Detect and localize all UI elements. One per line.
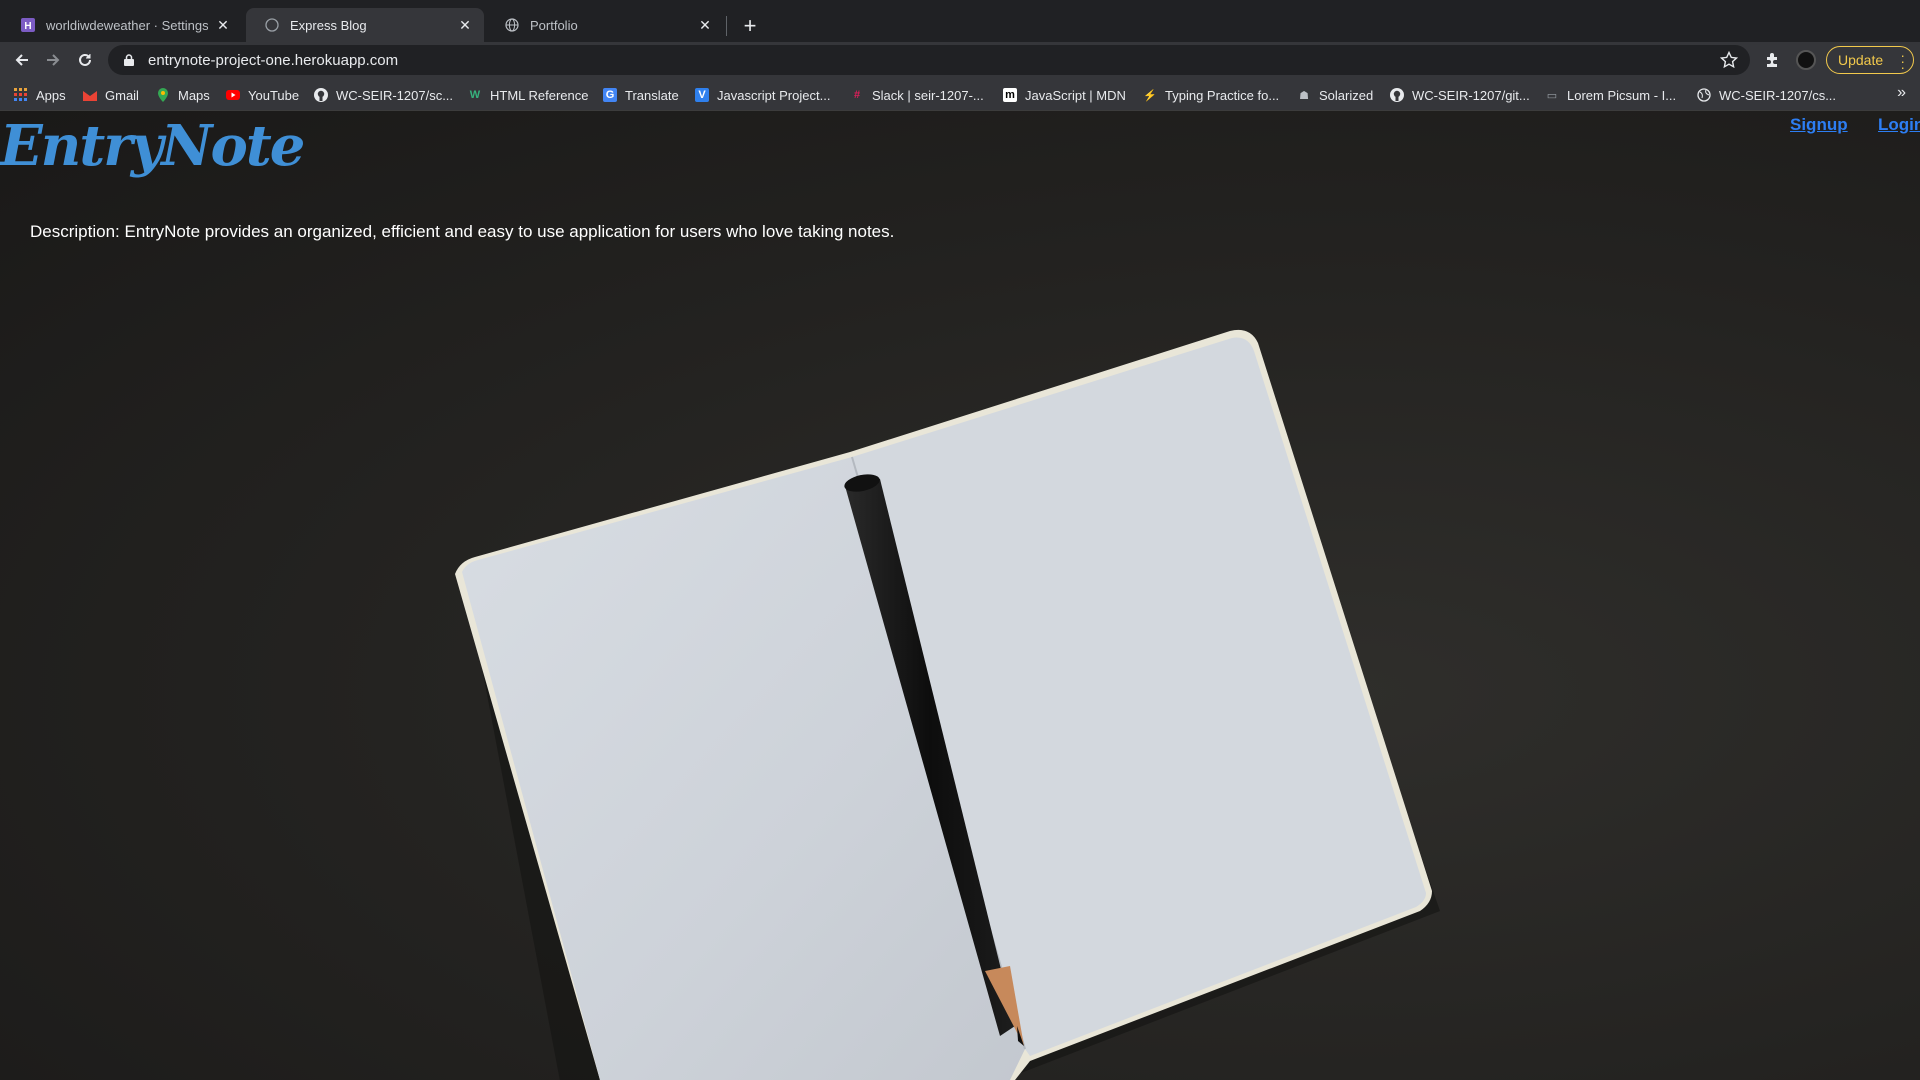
address-bar[interactable]: entrynote-project-one.herokuapp.com <box>108 45 1750 75</box>
close-icon[interactable]: ✕ <box>214 16 232 34</box>
new-tab-button[interactable]: + <box>736 12 764 40</box>
bookmark-label: HTML Reference <box>490 87 589 103</box>
bookmark-youtube[interactable]: YouTube <box>226 86 299 104</box>
slack-icon: # <box>853 89 861 101</box>
heroku-icon: H <box>20 17 36 33</box>
bookmark-label: Javascript Project... <box>717 87 831 103</box>
entrynote-logo[interactable]: EntryNote <box>0 113 305 179</box>
translate-icon: G <box>603 88 617 102</box>
forward-button[interactable] <box>39 46 67 74</box>
youtube-icon <box>226 88 240 102</box>
globe-icon <box>1697 88 1711 102</box>
bookmark-maps[interactable]: Maps <box>156 86 210 104</box>
globe-icon <box>504 17 520 33</box>
reload-icon <box>79 53 91 66</box>
bookmark-github-cs[interactable]: WC-SEIR-1207/cs... <box>1697 86 1836 104</box>
github-icon <box>314 88 328 102</box>
notebook-with-pencil-image <box>455 329 1440 1080</box>
bolt-icon: ⚡ <box>1143 89 1157 102</box>
bookmark-label: JavaScript | MDN <box>1025 87 1126 103</box>
close-icon[interactable]: ✕ <box>456 16 474 34</box>
mdn-icon: m <box>1003 88 1017 102</box>
bookmark-mdn[interactable]: m JavaScript | MDN <box>1003 86 1126 104</box>
bookmarks-overflow-chevron-icon[interactable]: » <box>1897 84 1906 102</box>
apps-grid-icon <box>14 88 28 102</box>
bookmark-label: Maps <box>178 87 210 103</box>
bookmark-javascript-project[interactable]: V Javascript Project... <box>695 86 830 104</box>
bookmark-label: YouTube <box>248 87 300 103</box>
tab-title: worldiwdeweather · Settings | H <box>46 17 208 33</box>
bookmark-label: Apps <box>36 87 66 103</box>
bookmark-slack[interactable]: # Slack | seir-1207-... <box>850 86 984 104</box>
bookmark-label: WC-SEIR-1207/git... <box>1412 87 1530 103</box>
gmail-icon <box>83 88 97 102</box>
back-arrow-icon <box>15 54 28 66</box>
globe-icon <box>264 17 280 33</box>
bookmarks-bar: Apps Gmail Maps YouTube WC-SEIR-1207/sc.… <box>0 78 1920 111</box>
tab-portfolio[interactable]: Portfolio ✕ <box>486 8 724 42</box>
bookmark-gmail[interactable]: Gmail <box>83 86 139 104</box>
bookmark-label: Translate <box>625 87 679 103</box>
browser-toolbar: entrynote-project-one.herokuapp.com Upda… <box>0 42 1920 78</box>
bookmark-github-sc[interactable]: WC-SEIR-1207/sc... <box>314 86 453 104</box>
maps-icon <box>156 88 170 102</box>
w-icon: W <box>469 89 481 101</box>
tab-strip: H worldiwdeweather · Settings | H ✕ Expr… <box>0 0 1920 42</box>
svg-text:H: H <box>24 21 31 32</box>
menu-dots-icon: · · · <box>1900 47 1905 75</box>
close-icon[interactable]: ✕ <box>696 16 714 34</box>
login-link[interactable]: Login <box>1878 115 1920 135</box>
bookmark-label: WC-SEIR-1207/sc... <box>336 87 454 103</box>
update-label: Update <box>1838 52 1884 68</box>
solarized-icon: ☗ <box>1299 89 1309 102</box>
vue-icon: V <box>695 88 709 102</box>
tab-worldiwdeweather[interactable]: H worldiwdeweather · Settings | H ✕ <box>2 8 242 42</box>
bookmark-github-git[interactable]: WC-SEIR-1207/git... <box>1390 86 1530 104</box>
url-text[interactable]: entrynote-project-one.herokuapp.com <box>148 52 398 69</box>
tab-title: Express Blog <box>290 17 367 33</box>
signup-link[interactable]: Signup <box>1790 115 1848 135</box>
bookmark-label: WC-SEIR-1207/cs... <box>1719 87 1837 103</box>
bookmark-label: Lorem Picsum - I... <box>1567 87 1677 103</box>
bookmark-apps[interactable]: Apps <box>14 86 66 104</box>
back-button[interactable] <box>8 46 36 74</box>
bookmark-html-reference[interactable]: W HTML Reference <box>468 86 589 104</box>
app-description: Description: EntryNote provides an organ… <box>30 222 895 241</box>
bookmark-solarized[interactable]: ☗ Solarized <box>1297 86 1373 104</box>
lock-icon <box>122 53 136 67</box>
bookmark-translate[interactable]: G Translate <box>603 86 679 104</box>
bookmark-lorem-picsum[interactable]: ▭ Lorem Picsum - I... <box>1545 86 1676 104</box>
bookmark-typing-practice[interactable]: ⚡ Typing Practice fo... <box>1143 86 1279 104</box>
profile-avatar[interactable] <box>1796 50 1816 70</box>
github-icon <box>1390 88 1404 102</box>
update-button[interactable]: Update · · · <box>1826 46 1914 74</box>
tab-divider <box>726 16 727 36</box>
bookmark-label: Typing Practice fo... <box>1165 87 1280 103</box>
bookmark-label: Slack | seir-1207-... <box>872 87 984 103</box>
forward-arrow-icon <box>47 54 60 66</box>
reload-button[interactable] <box>71 46 99 74</box>
bookmark-star-icon[interactable] <box>1720 51 1738 69</box>
picsum-icon: ▭ <box>1546 89 1558 102</box>
tab-title: Portfolio <box>530 17 578 33</box>
bookmark-label: Solarized <box>1319 87 1374 103</box>
page-viewport: EntryNote Signup Login Description: Entr… <box>0 111 1920 1080</box>
bookmark-label: Gmail <box>105 87 139 103</box>
extensions-puzzle-icon[interactable] <box>1763 50 1783 70</box>
tab-express-blog[interactable]: Express Blog ✕ <box>246 8 484 42</box>
